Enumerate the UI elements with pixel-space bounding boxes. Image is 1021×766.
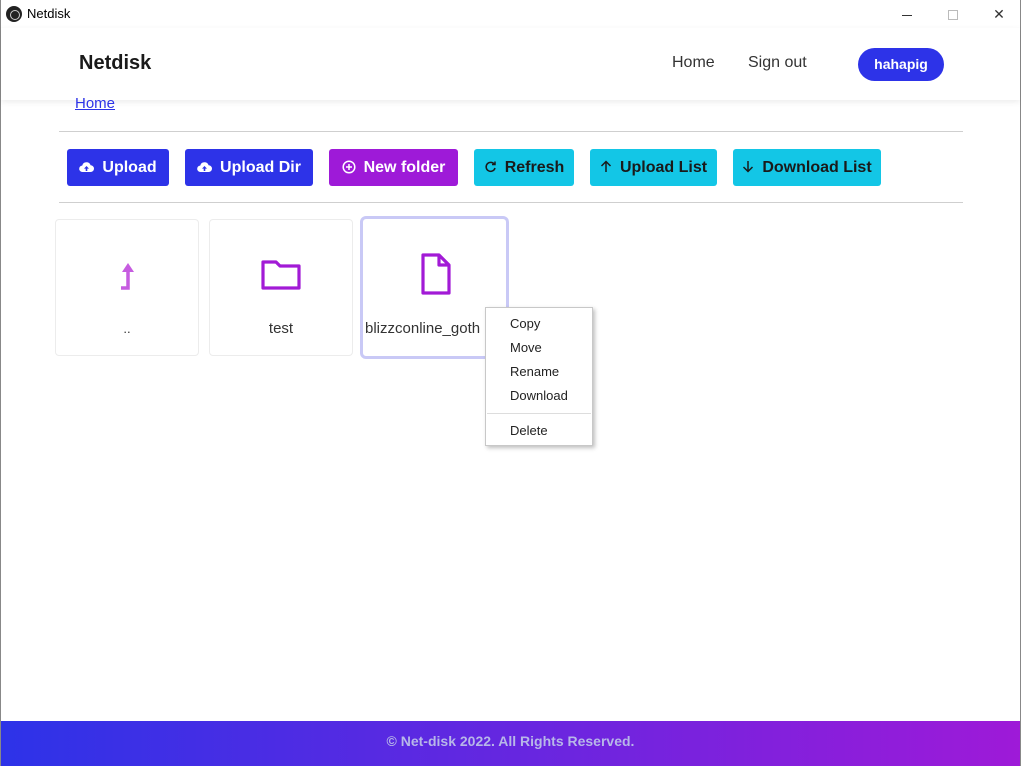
app-logo-icon	[6, 6, 22, 22]
context-menu-move[interactable]: Move	[486, 337, 592, 359]
file-name: ..	[123, 321, 131, 336]
new-folder-button[interactable]: New folder	[329, 149, 458, 186]
context-menu-separator	[487, 413, 591, 414]
nav-sign-out-link[interactable]: Sign out	[748, 54, 807, 72]
maximize-button[interactable]	[930, 0, 976, 28]
footer-copyright: © Net-disk 2022. All Rights Reserved.	[1, 721, 1020, 766]
refresh-button[interactable]: Refresh	[474, 149, 574, 186]
breadcrumb-home-link[interactable]: Home	[75, 95, 115, 112]
window-title-bar: Netdisk ✕	[0, 0, 1021, 28]
brand-title: Netdisk	[79, 52, 152, 74]
file-name: test	[268, 320, 294, 337]
minimize-icon	[902, 14, 912, 16]
level-up-icon	[105, 252, 149, 296]
download-list-button-label: Download List	[762, 158, 872, 176]
close-button[interactable]: ✕	[976, 0, 1021, 28]
arrow-up-icon	[600, 160, 612, 175]
arrow-down-icon	[742, 160, 754, 175]
context-menu-copy[interactable]: Copy	[486, 313, 592, 335]
new-folder-button-label: New folder	[363, 158, 446, 176]
divider-bottom	[59, 202, 963, 203]
context-menu-delete[interactable]: Delete	[486, 420, 592, 442]
plus-circle-icon	[342, 159, 356, 176]
file-icon	[413, 252, 457, 296]
folder-icon	[259, 252, 303, 296]
refresh-icon	[484, 160, 497, 175]
upload-list-button-label: Upload List	[619, 158, 708, 176]
cloud-upload-icon	[79, 161, 95, 175]
file-card-folder[interactable]: test	[209, 219, 353, 356]
divider-top	[59, 131, 963, 132]
refresh-button-label: Refresh	[504, 158, 565, 176]
upload-dir-button-label: Upload Dir	[220, 158, 301, 176]
file-card-parent[interactable]: ..	[55, 219, 199, 356]
user-menu-button[interactable]: hahapig	[858, 48, 944, 81]
download-list-button[interactable]: Download List	[733, 149, 881, 186]
upload-button-label: Upload	[102, 158, 157, 176]
upload-button[interactable]: Upload	[67, 149, 169, 186]
context-menu: Copy Move Rename Download Delete	[485, 307, 593, 446]
app-header: Netdisk Home Sign out hahapig	[1, 28, 1020, 100]
minimize-button[interactable]	[884, 0, 930, 28]
window-border-left	[0, 28, 1, 766]
context-menu-download[interactable]: Download	[486, 385, 592, 407]
upload-dir-button[interactable]: Upload Dir	[185, 149, 313, 186]
context-menu-rename[interactable]: Rename	[486, 361, 592, 383]
maximize-icon	[948, 10, 958, 21]
upload-list-button[interactable]: Upload List	[590, 149, 717, 186]
cloud-upload-icon	[197, 161, 213, 175]
close-icon: ✕	[993, 6, 1005, 22]
nav-home-link[interactable]: Home	[672, 54, 715, 72]
window-title: Netdisk	[27, 6, 71, 21]
